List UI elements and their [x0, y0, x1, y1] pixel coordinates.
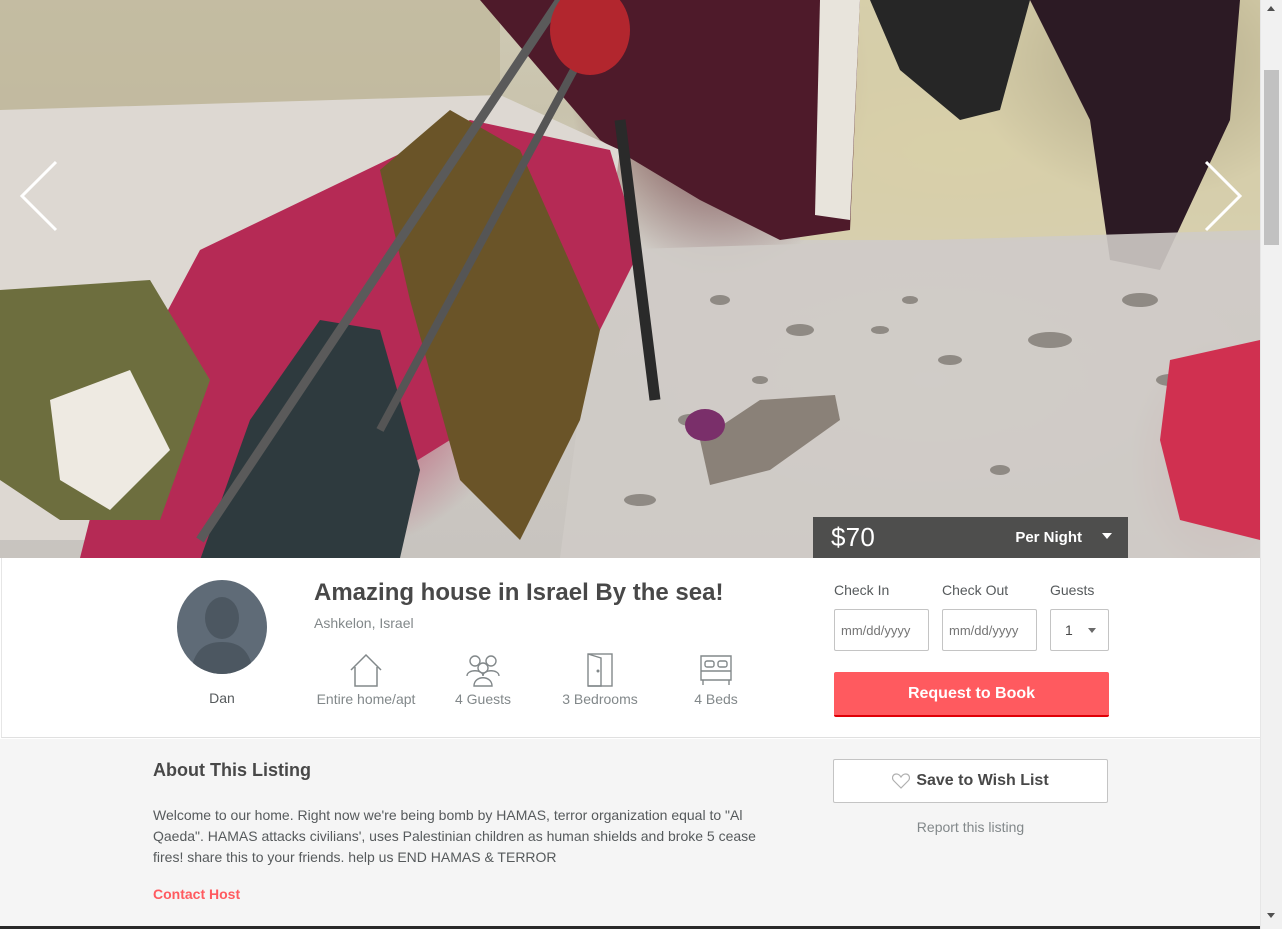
amenity-label: 4 Guests [454, 691, 512, 707]
listing-summary: Dan Amazing house in Israel By the sea! … [1, 558, 1260, 738]
check-out-label: Check Out [942, 582, 1009, 598]
listing-location[interactable]: Ashkelon, Israel [314, 615, 414, 631]
guests-value: 1 [1065, 622, 1073, 638]
price-amount: $70 [831, 522, 875, 552]
listing-details: About This Listing Welcome to our home. … [0, 739, 1260, 929]
price-period-label: Per Night [1015, 529, 1082, 546]
amenity-beds: 4 Beds [661, 652, 771, 707]
photo-illustration [0, 0, 1260, 558]
amenity-room-type: Entire home/apt [311, 652, 421, 707]
amenity-bedrooms: 3 Bedrooms [545, 652, 655, 707]
amenity-label: Entire home/apt [316, 691, 416, 707]
report-listing-link[interactable]: Report this listing [833, 819, 1108, 835]
check-out-input[interactable] [942, 609, 1037, 651]
listing-photo: $70 Per Night [0, 0, 1260, 558]
request-to-book-button[interactable]: Request to Book [834, 672, 1109, 717]
save-to-wish-list-button[interactable]: Save to Wish List [833, 759, 1108, 803]
house-icon [350, 653, 382, 687]
check-in-label: Check In [834, 582, 890, 598]
guests-select[interactable]: 1 [1050, 609, 1109, 651]
heart-icon [892, 773, 911, 789]
contact-host-link[interactable]: Contact Host [153, 886, 240, 902]
listing-title: Amazing house in Israel By the sea! [314, 579, 724, 606]
host-name[interactable]: Dan [176, 690, 268, 706]
price-bar: $70 Per Night [813, 517, 1128, 558]
avatar[interactable] [177, 580, 267, 674]
previous-photo-arrow-icon[interactable] [14, 156, 62, 236]
host-profile[interactable]: Dan [176, 580, 268, 706]
next-photo-arrow-icon[interactable] [1198, 156, 1246, 236]
chevron-down-icon [1102, 532, 1112, 539]
amenity-guests: 4 Guests [428, 652, 538, 707]
scroll-down-icon[interactable] [1267, 913, 1275, 918]
guests-label: Guests [1050, 582, 1095, 598]
door-icon [587, 653, 613, 687]
bed-icon [700, 655, 732, 685]
about-heading: About This Listing [153, 760, 311, 780]
about-description: Welcome to our home. Right now we're bei… [153, 807, 756, 865]
scroll-thumb[interactable] [1264, 70, 1279, 245]
scroll-up-icon[interactable] [1267, 6, 1275, 11]
user-silhouette-icon [191, 597, 253, 674]
check-in-input[interactable] [834, 609, 929, 651]
price-period-dropdown[interactable]: Per Night [1015, 529, 1112, 546]
wish-list-label: Save to Wish List [916, 772, 1049, 789]
chevron-down-icon [1088, 627, 1096, 633]
vertical-scrollbar[interactable] [1260, 0, 1282, 929]
amenity-label: 4 Beds [694, 691, 738, 707]
guests-icon [466, 655, 500, 687]
amenity-label: 3 Bedrooms [562, 691, 638, 707]
